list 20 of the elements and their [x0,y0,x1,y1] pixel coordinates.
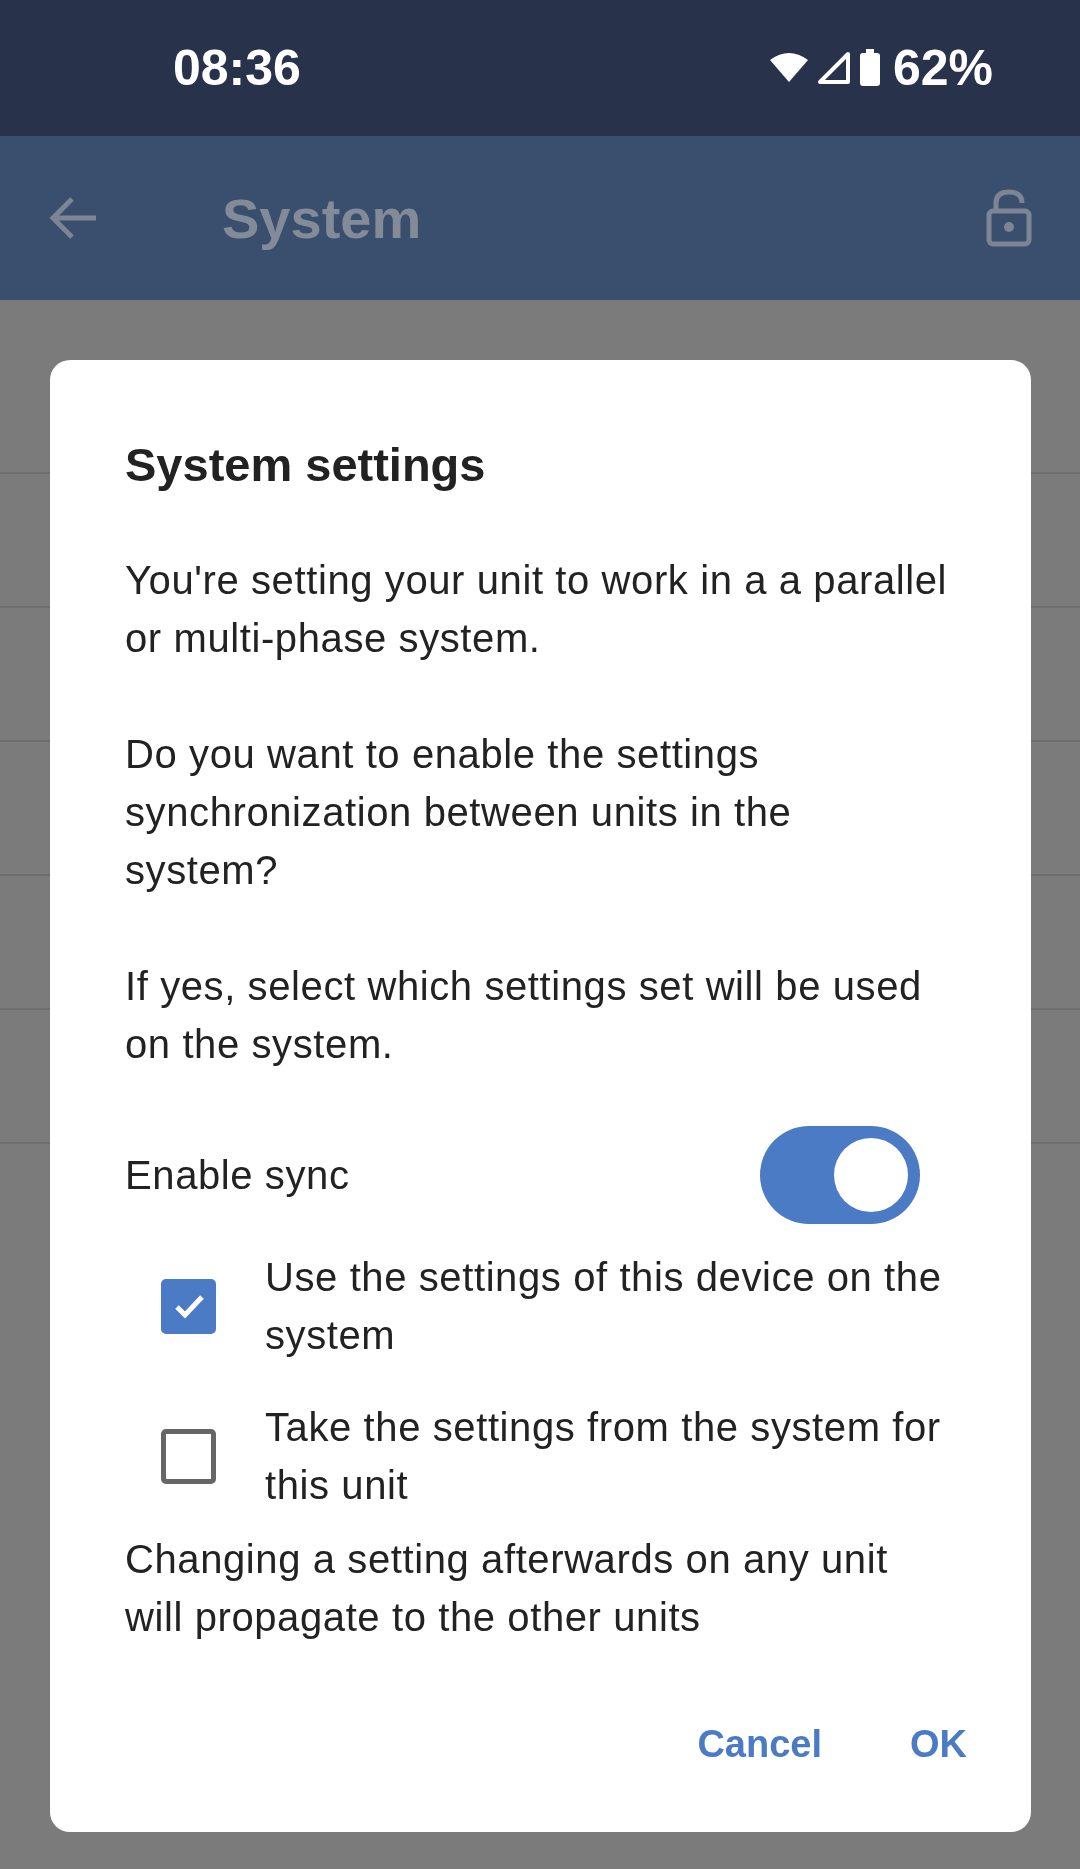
clock: 08:36 [173,39,301,97]
checkbox[interactable] [161,1278,216,1334]
option-label: Use the settings of this device on the system [265,1254,943,1359]
dialog-button[interactable]: OK [886,1707,991,1782]
toggle-label: Enable sync [125,1152,350,1198]
checkbox[interactable] [161,1428,216,1484]
battery-percentage: 62% [892,39,993,97]
app-title: System [222,185,423,251]
dialog-text: Do you want to enable the settings synchronization between units in the system? [125,731,793,894]
battery-icon [858,49,881,87]
back-icon[interactable] [48,196,98,240]
wifi-icon [768,52,809,84]
option-label: Take the settings from the system for this unit [265,1404,942,1509]
signal-icon [816,51,851,85]
lock-icon[interactable] [986,189,1032,247]
dialog-text: If yes, select which settings set will be used on the system. [125,963,923,1068]
dialog-button[interactable]: Cancel [673,1707,846,1782]
dialog-text: Changing a setting afterwards on any unit will propagate to the other units [125,1536,889,1641]
dialog-title: System settings [125,437,487,493]
dialog-text: You're setting your unit to work in a a parallel or multi-phase system. [125,557,949,662]
